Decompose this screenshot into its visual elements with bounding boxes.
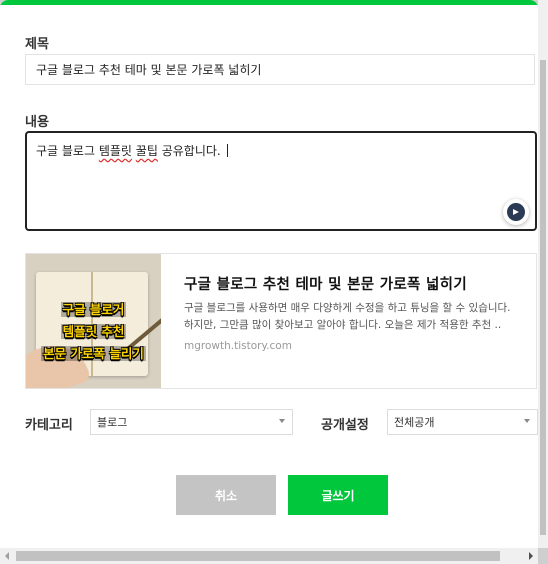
visibility-label: 공개설정 xyxy=(321,418,369,433)
category-select[interactable]: 블로그 xyxy=(90,409,293,435)
horizontal-scroll-thumb[interactable] xyxy=(16,551,500,561)
thumbnail-line-1: 구글 블로거 xyxy=(60,302,127,317)
vertical-scrollbar[interactable] xyxy=(538,0,548,548)
category-label: 카테고리 xyxy=(25,418,73,433)
content-label: 내용 xyxy=(25,115,49,130)
grammar-assistant-icon[interactable] xyxy=(503,199,529,225)
link-url: mgrowth.tistory.com xyxy=(184,340,292,352)
submit-button[interactable]: 글쓰기 xyxy=(288,475,388,515)
chevron-down-icon xyxy=(279,419,285,423)
content-text: 구글 블로그 템플릿 꿀팁 공유합니다. xyxy=(36,144,228,158)
thumbnail-line-3: 본문 가로폭 늘리기 xyxy=(41,346,146,361)
scroll-left-arrow-icon[interactable] xyxy=(5,552,9,560)
accent-bar xyxy=(0,0,538,5)
link-title: 구글 블로그 추천 테마 및 본문 가로폭 넓히기 xyxy=(184,277,467,293)
scroll-right-arrow-icon[interactable] xyxy=(529,552,533,560)
horizontal-scrollbar[interactable] xyxy=(0,548,538,564)
spell-error-word: 꿀팁 xyxy=(135,144,158,158)
cancel-button[interactable]: 취소 xyxy=(176,475,276,515)
visibility-value: 전체공개 xyxy=(394,416,435,429)
visibility-select[interactable]: 전체공개 xyxy=(387,409,538,435)
chevron-down-icon xyxy=(524,419,530,423)
post-dialog: 제목 구글 블로그 추천 테마 및 본문 가로폭 넓히기 내용 구글 블로그 템… xyxy=(0,0,538,548)
vertical-scroll-thumb[interactable] xyxy=(540,60,546,535)
title-input[interactable]: 구글 블로그 추천 테마 및 본문 가로폭 넓히기 xyxy=(25,54,535,85)
spell-error-word: 템플릿 xyxy=(98,144,132,158)
title-label: 제목 xyxy=(25,37,49,52)
link-thumbnail: 구글 블로거 템플릿 추천 본문 가로폭 늘리기 xyxy=(26,254,161,388)
category-value: 블로그 xyxy=(97,416,128,429)
link-description: 구글 블로그를 사용하면 매우 다양하게 수정을 하고 튜닝을 할 수 있습니다… xyxy=(184,302,511,331)
content-textarea[interactable]: 구글 블로그 템플릿 꿀팁 공유합니다. xyxy=(25,131,537,231)
title-value: 구글 블로그 추천 테마 및 본문 가로폭 넓히기 xyxy=(36,63,262,77)
thumbnail-line-2: 템플릿 추천 xyxy=(60,324,127,339)
link-preview-card[interactable]: 구글 블로거 템플릿 추천 본문 가로폭 늘리기 구글 블로그 추천 테마 및 … xyxy=(25,253,537,389)
text-caret xyxy=(226,144,228,157)
